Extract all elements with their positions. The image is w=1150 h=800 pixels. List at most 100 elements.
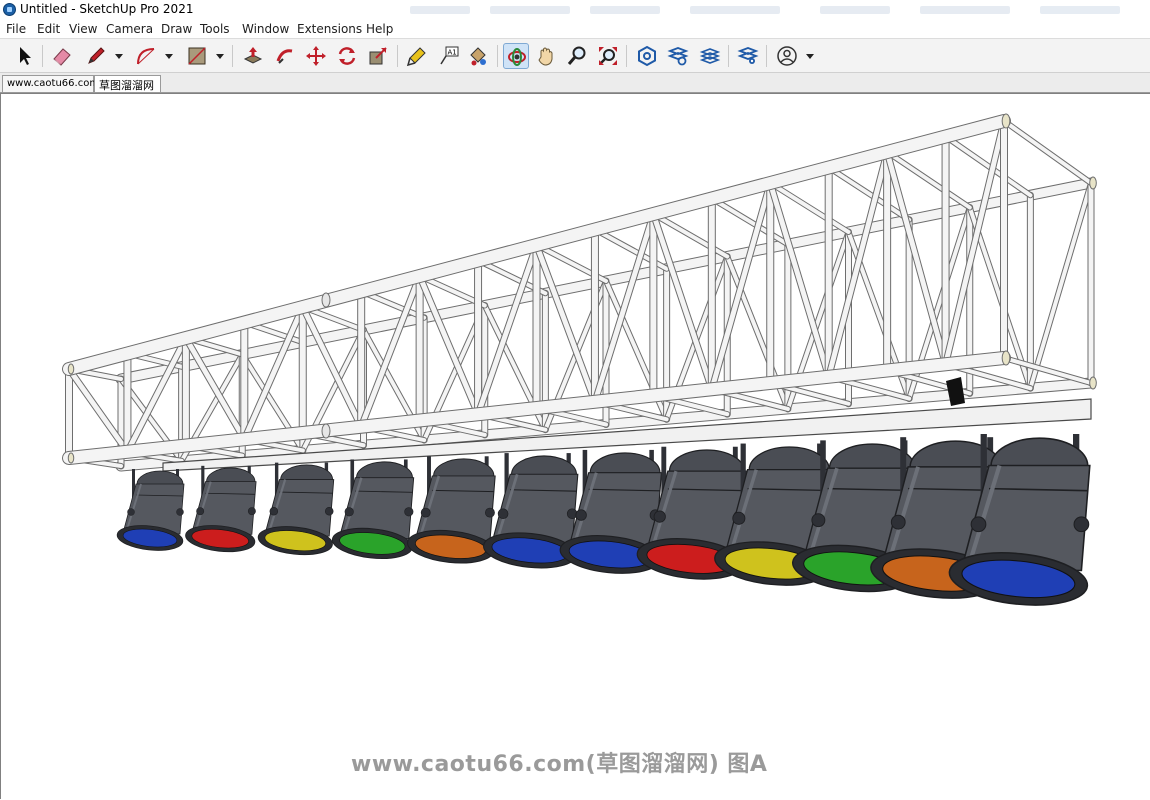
extension-warehouse-icon [667, 47, 689, 66]
lamp-knob [344, 507, 354, 517]
text-label-icon: A1 [440, 46, 459, 65]
window-title: Untitled - SketchUp Pro 2021 [20, 2, 194, 16]
lamp-knob [420, 507, 431, 518]
toolbar-separator [497, 45, 498, 67]
menu-tools[interactable]: Tools [200, 22, 230, 36]
truss-coupler [321, 423, 331, 439]
lamp-knob [485, 507, 495, 518]
toolbar-separator [397, 45, 398, 67]
arrow-cursor-icon [20, 47, 31, 65]
tape-measure-icon [406, 47, 426, 67]
menu-extensions[interactable]: Extensions [297, 22, 362, 36]
menu-draw[interactable]: Draw [161, 22, 192, 36]
lamp-knob [575, 509, 587, 521]
truss-coupler [321, 292, 331, 308]
push-pull-tool-button[interactable] [240, 43, 266, 69]
menu-view[interactable]: View [69, 22, 97, 36]
par-lamp [257, 462, 335, 556]
truss-clamp [946, 377, 965, 406]
eraser-icon [53, 48, 71, 66]
extension-manager-icon [737, 47, 759, 64]
paint-bucket-tool-button[interactable] [465, 43, 491, 69]
lamp-knob [196, 507, 205, 516]
menu-edit[interactable]: Edit [37, 22, 60, 36]
extension-warehouse-button[interactable] [665, 43, 691, 69]
lamp-knob [497, 508, 509, 520]
chevron-down-icon[interactable] [114, 51, 124, 61]
3d-warehouse-button[interactable] [634, 43, 660, 69]
truss-frame [62, 113, 1097, 472]
toolbar: A1 [0, 38, 1150, 73]
account-button[interactable] [774, 43, 800, 69]
follow-me-icon [276, 49, 293, 64]
menu-bar: File Edit View Camera Draw Tools Window … [0, 20, 1150, 38]
rectangle-tool-button[interactable] [184, 43, 210, 69]
menu-file[interactable]: File [6, 22, 26, 36]
chevron-down-icon[interactable] [164, 51, 174, 61]
truss-chord-end-cap [1089, 176, 1097, 190]
toolbar-separator [232, 45, 233, 67]
rotate-tool-button[interactable] [334, 43, 360, 69]
menu-help[interactable]: Help [366, 22, 393, 36]
toolbar-separator [42, 45, 43, 67]
par-lamp [331, 459, 415, 559]
zoom-extents-icon [599, 47, 617, 65]
lamp-knob [732, 511, 746, 525]
rectangle-icon [188, 47, 206, 65]
chevron-down-icon[interactable] [805, 51, 815, 61]
toolbar-separator [728, 45, 729, 67]
select-tool-button[interactable] [12, 43, 38, 69]
scene-tab-1[interactable]: www.caotu66.com [2, 75, 99, 92]
paint-bucket-icon [470, 47, 486, 66]
pencil-tool-button[interactable] [83, 43, 109, 69]
background-taskbar-blur [400, 0, 1150, 20]
truss-bottom-cross-member [1002, 356, 1093, 385]
par-lamp [116, 469, 185, 551]
toolbar-separator [626, 45, 627, 67]
truss-rear-diagonal [1028, 181, 1093, 391]
orbit-tool-button[interactable] [503, 43, 529, 69]
lamp-knob [811, 513, 826, 528]
lamp-knob [127, 508, 135, 516]
tape-measure-tool-button[interactable] [404, 43, 430, 69]
sketchup-logo-icon [3, 3, 16, 16]
lamp-knob [324, 507, 334, 516]
lamp-knob [1073, 516, 1090, 533]
scene-tab-2[interactable]: 草图溜溜网 [94, 75, 161, 92]
arc-icon [137, 48, 155, 65]
scale-tool-button[interactable] [365, 43, 391, 69]
truss-chord-end-cap [67, 452, 75, 464]
move-icon [306, 46, 326, 66]
truss-chord-end-cap [1001, 113, 1011, 129]
lamp-knob [176, 508, 184, 516]
title-bar: Untitled - SketchUp Pro 2021 [0, 0, 1150, 21]
lamp-knob [890, 514, 906, 530]
zoom-tool-button[interactable] [564, 43, 590, 69]
pan-tool-button[interactable] [533, 43, 559, 69]
lamp-knob [404, 507, 414, 517]
menu-window[interactable]: Window [242, 22, 289, 36]
truss-chord-end-cap [1089, 376, 1097, 390]
menu-camera[interactable]: Camera [106, 22, 153, 36]
text-tool-button[interactable]: A1 [436, 43, 462, 69]
watermark-text: www.caotu66.com(草图溜溜网) 图A [351, 752, 768, 777]
extension-manager-button[interactable] [735, 43, 761, 69]
lamp-knob [653, 510, 666, 523]
lamp-knob [269, 507, 279, 516]
lamp-knob [970, 516, 987, 533]
follow-me-tool-button[interactable] [272, 43, 298, 69]
chevron-down-icon[interactable] [215, 51, 225, 61]
layout-button[interactable] [697, 43, 723, 69]
zoom-extents-tool-button[interactable] [595, 43, 621, 69]
eraser-tool-button[interactable] [49, 43, 75, 69]
pan-hand-icon [538, 47, 553, 66]
warehouse-icon [638, 45, 656, 67]
arc-tool-button[interactable] [133, 43, 159, 69]
model-viewport[interactable]: www.caotu66.com(草图溜溜网) 图A [0, 93, 1150, 799]
truss-top-cross-member [1002, 119, 1093, 185]
rotate-icon [338, 47, 356, 65]
scene-tabs: www.caotu66.com 草图溜溜网 [0, 73, 1150, 93]
move-tool-button[interactable] [303, 43, 329, 69]
push-pull-icon [243, 47, 263, 64]
stage-truss-model [62, 113, 1097, 606]
